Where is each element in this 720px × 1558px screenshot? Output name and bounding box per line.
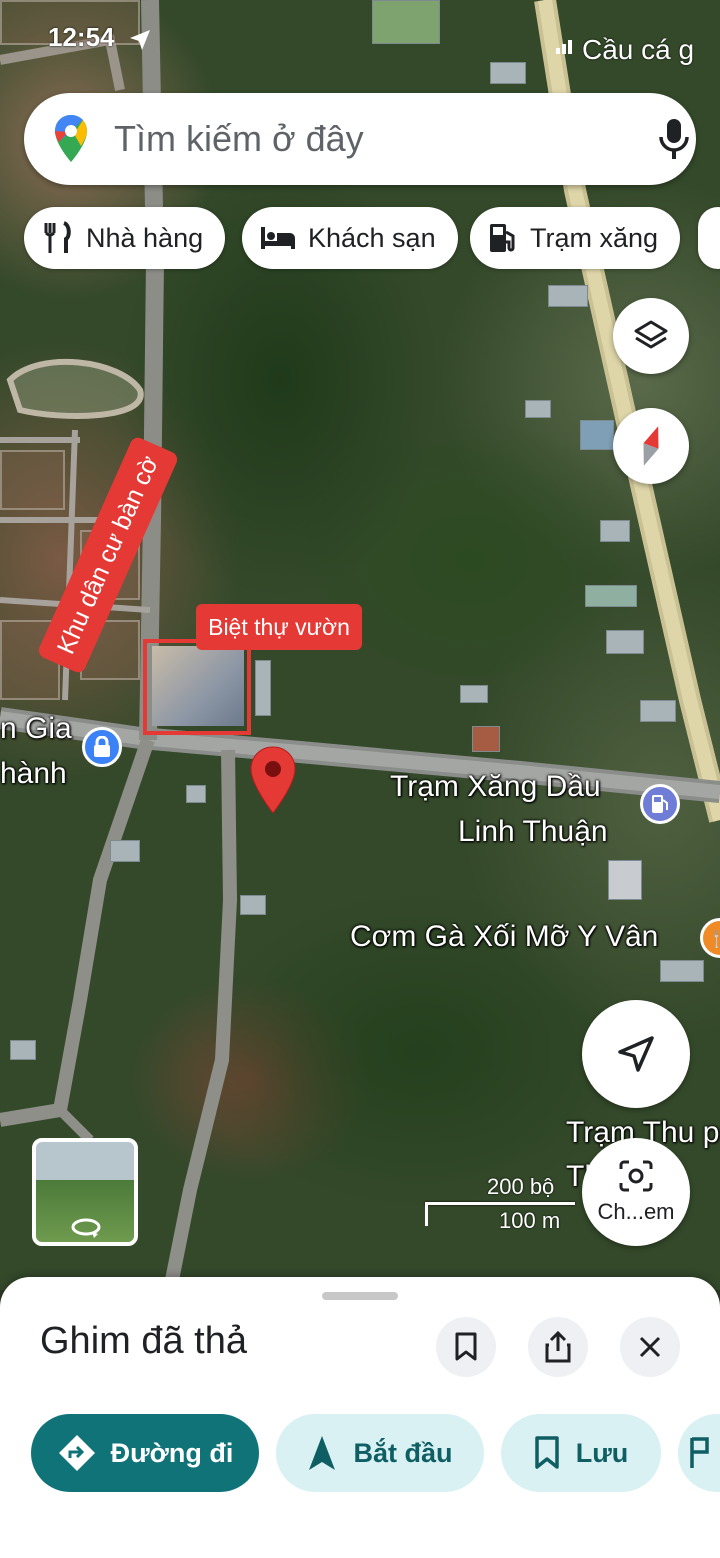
restaurant-icon <box>44 221 71 253</box>
directions-button[interactable]: Đường đi <box>31 1414 259 1492</box>
building <box>580 420 614 450</box>
search-placeholder: Tìm kiếm ở đây <box>114 118 364 159</box>
dropped-pin-icon[interactable] <box>248 745 298 815</box>
layers-icon <box>634 320 668 349</box>
chip-gas-stations[interactable]: Trạm xăng <box>470 207 681 269</box>
building <box>240 895 266 915</box>
building <box>660 960 704 982</box>
building <box>548 285 588 307</box>
building <box>255 660 271 716</box>
building <box>372 0 440 44</box>
chip-hotels[interactable]: Khách sạn <box>242 207 458 269</box>
signal-icon <box>556 36 580 54</box>
flag-icon <box>690 1437 709 1468</box>
chip-label: Trạm xăng <box>530 222 659 253</box>
google-maps-logo-icon <box>55 115 87 162</box>
layers-button[interactable] <box>613 298 689 374</box>
navigation-arrow-icon <box>618 1036 654 1072</box>
lens-label: Ch...em <box>597 1199 675 1224</box>
close-button[interactable] <box>620 1317 680 1377</box>
sheet-title: Ghim đã thả <box>40 1320 247 1362</box>
start-button[interactable]: Bắt đầu <box>276 1414 484 1492</box>
gas-station-poi-pin[interactable] <box>640 784 680 824</box>
gas-station-icon <box>490 224 515 252</box>
hotel-icon <box>261 227 295 249</box>
status-time: 12:54 <box>48 22 115 52</box>
gas-station-label-line1[interactable]: Trạm Xăng Dầu <box>390 770 601 804</box>
map-place-label[interactable]: n Gia <box>0 712 72 746</box>
scale-metric: 100 m <box>499 1208 561 1233</box>
share-button[interactable] <box>528 1317 588 1377</box>
save-label: Lưu <box>575 1437 629 1468</box>
save-bookmark-button[interactable] <box>436 1317 496 1377</box>
scale-imperial: 200 bộ <box>487 1174 555 1199</box>
gas-pump-icon <box>652 795 668 813</box>
directions-icon <box>58 1435 95 1471</box>
share-icon <box>545 1331 571 1363</box>
my-location-button[interactable] <box>582 1000 690 1108</box>
chip-label: Khách sạn <box>308 222 436 253</box>
building <box>525 400 551 418</box>
building <box>640 700 676 722</box>
camera-lens-icon <box>619 1160 653 1192</box>
land-plot <box>0 450 65 510</box>
rotate-360-icon <box>71 1218 101 1238</box>
building <box>460 685 488 703</box>
gas-station-label-line2[interactable]: Linh Thuận <box>458 815 608 849</box>
building <box>110 840 140 862</box>
chip-label: Nhà hàng <box>86 222 204 253</box>
fork-knife-icon: 🍴 <box>708 927 720 948</box>
start-label: Bắt đầu <box>353 1437 453 1468</box>
compass-icon <box>643 426 659 466</box>
building <box>585 585 637 607</box>
bookmark-icon <box>534 1436 559 1469</box>
building <box>608 860 642 900</box>
bookmark-icon <box>455 1332 477 1361</box>
directions-label: Đường đi <box>110 1437 234 1468</box>
map-place-label[interactable]: hành <box>0 757 67 791</box>
villa-tag-label: Biệt thự vườn <box>208 613 350 640</box>
chip-restaurants[interactable]: Nhà hàng <box>24 207 226 269</box>
close-icon <box>639 1336 661 1358</box>
scale-bar: 200 bộ 100 m <box>425 1172 575 1233</box>
save-button[interactable]: Lưu <box>501 1414 661 1492</box>
chip-more[interactable] <box>698 207 720 269</box>
restaurant-label[interactable]: Cơm Gà Xối Mỡ Y Vân <box>350 920 658 954</box>
building <box>186 785 206 803</box>
building <box>490 62 526 84</box>
drag-handle[interactable] <box>322 1292 398 1300</box>
lens-button[interactable]: Ch...em <box>582 1138 690 1246</box>
building <box>10 1040 36 1060</box>
lock-poi-pin[interactable] <box>82 727 122 767</box>
search-bar[interactable]: Tìm kiếm ở đây <box>24 93 696 185</box>
navigation-arrow-icon <box>309 1436 336 1470</box>
lock-icon <box>94 736 110 757</box>
compass-button[interactable] <box>613 408 689 484</box>
microphone-icon[interactable] <box>658 117 690 161</box>
building <box>606 630 644 654</box>
villa-highlight-box <box>143 639 251 735</box>
building <box>600 520 630 542</box>
building <box>472 726 500 752</box>
location-arrow-icon <box>130 30 150 50</box>
villa-tag: Biệt thự vườn <box>196 604 362 650</box>
back-app-label[interactable]: Cầu cá g <box>582 34 694 66</box>
street-view-thumbnail[interactable] <box>32 1138 138 1246</box>
